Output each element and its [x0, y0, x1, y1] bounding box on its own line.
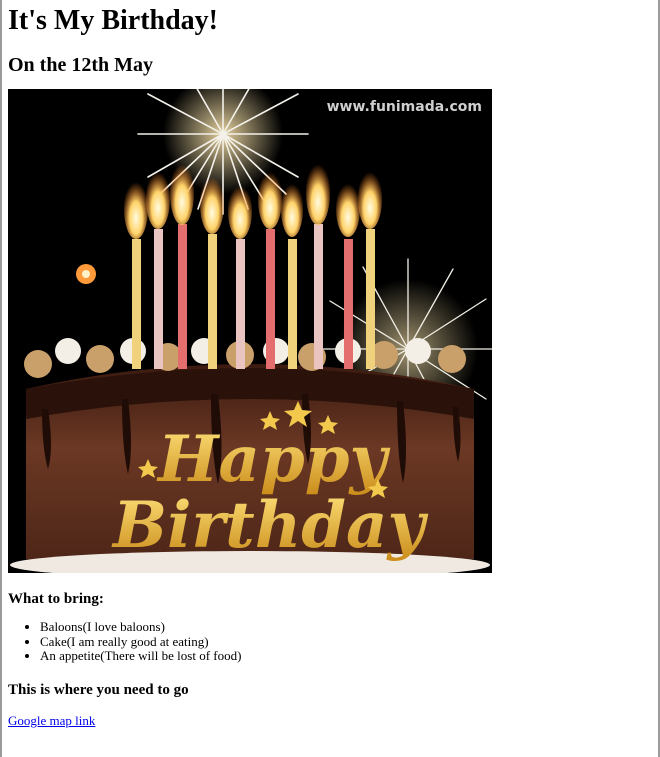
- page-title: It's My Birthday!: [8, 5, 218, 36]
- map-paragraph: Google map link: [8, 713, 652, 729]
- bring-heading: What to bring:: [8, 591, 104, 607]
- directions-heading: This is where you need to go: [8, 682, 189, 699]
- google-map-link[interactable]: Google map link: [8, 713, 95, 728]
- watermark-text: www.funimada.com: [327, 99, 482, 115]
- date-heading: On the 12th May: [8, 54, 153, 76]
- script-birthday: Birthday: [111, 488, 428, 563]
- bring-item-balloons: Baloons(I love baloons): [40, 619, 652, 635]
- bring-item-cake: Cake(I am really good at eating): [40, 634, 652, 650]
- bring-item-appetite: An appetite(There will be lost of food): [40, 649, 652, 664]
- birthday-cake-image: Happy Birthday www.funimada.com: [8, 89, 492, 573]
- script-happy: Happy: [156, 422, 390, 497]
- bring-list: Baloons(I love baloons) Cake(I am really…: [8, 619, 652, 664]
- page-frame: It's My Birthday! On the 12th May Happy …: [0, 0, 660, 757]
